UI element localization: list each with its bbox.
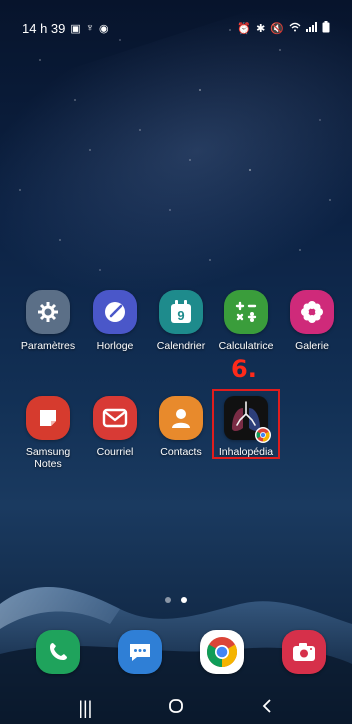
page-indicator	[0, 597, 352, 603]
camera-icon	[293, 643, 315, 661]
bluetooth-icon: ✱	[256, 22, 266, 35]
calendar-day: 9	[177, 308, 184, 323]
recent-apps-button[interactable]: |||	[65, 698, 105, 719]
mail-icon	[93, 396, 137, 440]
chrome-icon	[206, 637, 238, 667]
app-label: Paramètres	[20, 340, 76, 352]
app-horloge[interactable]: Horloge	[82, 290, 148, 352]
flower-icon	[290, 290, 334, 334]
app-label: Calculatrice	[218, 340, 274, 352]
app-label: Courriel	[96, 446, 134, 458]
status-bar: 14 h 39 ▣ ♆ ◉ ⏰ ✱ 🔇	[22, 18, 330, 38]
app-galerie[interactable]: Galerie	[279, 290, 345, 352]
alarm-icon: ⏰	[237, 22, 252, 35]
app-label: Horloge	[96, 340, 134, 352]
calendar-icon: 9	[159, 290, 203, 334]
highlight-box	[212, 389, 280, 459]
status-bar-right: ⏰ ✱ 🔇	[237, 20, 330, 36]
messages-icon	[130, 644, 150, 661]
usb-icon: ♆	[85, 22, 95, 34]
home-icon	[169, 698, 183, 713]
app-label: Samsung Notes	[25, 446, 71, 470]
app-label: Galerie	[295, 340, 329, 352]
phone-icon	[50, 643, 67, 660]
status-bar-left: 14 h 39 ▣ ♆ ◉	[22, 21, 109, 36]
camera-app[interactable]	[282, 630, 326, 674]
wifi-icon	[289, 22, 301, 35]
step-annotation: 6.	[231, 355, 257, 383]
app-label: Calendrier	[156, 340, 206, 352]
app-contacts[interactable]: Contacts	[148, 396, 214, 458]
app-courriel[interactable]: Courriel	[82, 396, 148, 458]
account-icon: ◉	[99, 22, 109, 35]
calculator-icon	[224, 290, 268, 334]
signal-icon	[306, 21, 317, 35]
back-icon	[262, 698, 271, 713]
app-label: Contacts	[160, 446, 202, 458]
clock-icon	[93, 290, 137, 334]
app-calendrier[interactable]: 9 Calendrier	[148, 290, 214, 352]
page-dot-2[interactable]	[181, 597, 187, 603]
phone-app[interactable]	[36, 630, 80, 674]
status-time: 14 h 39	[22, 20, 66, 36]
back-button[interactable]	[247, 698, 287, 719]
person-icon	[159, 396, 203, 440]
app-parametres[interactable]: Paramètres	[15, 290, 81, 352]
page-dot-1[interactable]	[165, 597, 171, 603]
mute-icon: 🔇	[270, 22, 284, 35]
messages-app[interactable]	[118, 630, 162, 674]
gear-icon	[26, 290, 70, 334]
notes-icon	[26, 396, 70, 440]
home-screen: 14 h 39 ▣ ♆ ◉ ⏰ ✱ 🔇 Paramètres Horloge 9…	[0, 0, 352, 724]
image-notification-icon: ▣	[70, 22, 81, 35]
chrome-app[interactable]	[200, 630, 244, 674]
home-button[interactable]	[156, 698, 196, 719]
app-samsung-notes[interactable]: Samsung Notes	[15, 396, 81, 470]
app-calculatrice[interactable]: Calculatrice	[213, 290, 279, 352]
navigation-bar: |||	[0, 692, 352, 724]
battery-icon	[322, 20, 330, 36]
